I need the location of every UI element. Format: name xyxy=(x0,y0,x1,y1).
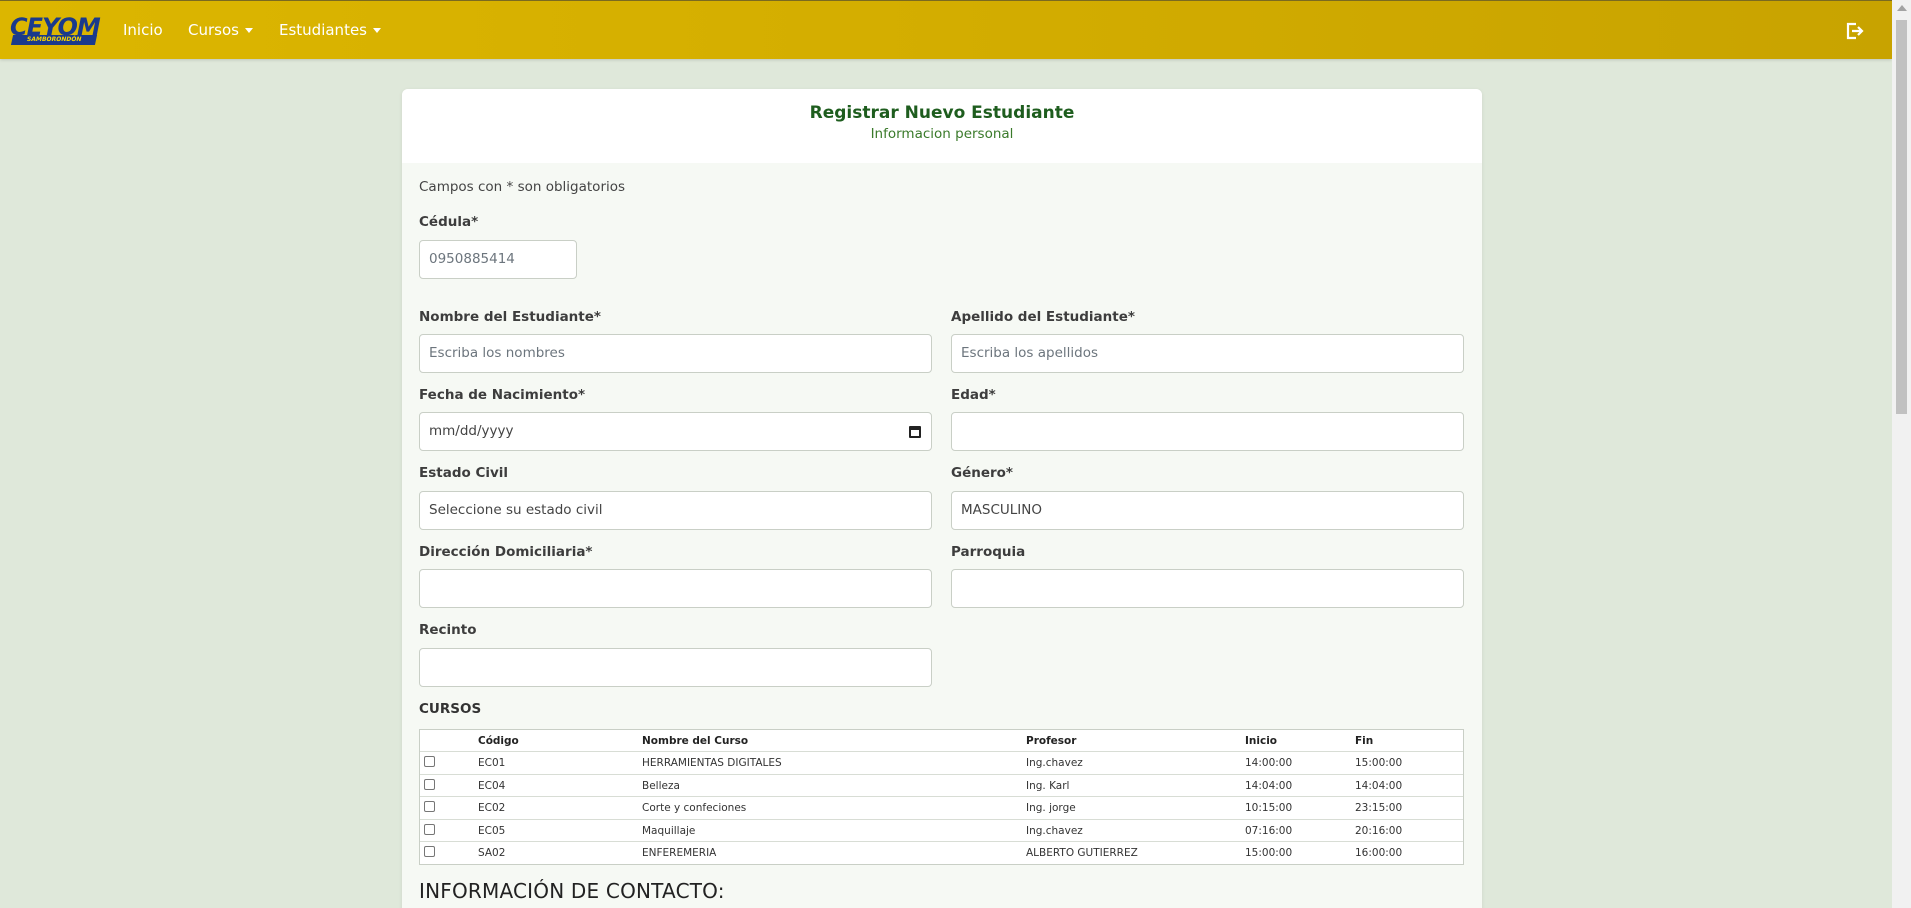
course-fin: 16:00:00 xyxy=(1355,847,1403,859)
required-fields-note: Campos con * son obligatorios xyxy=(419,179,626,195)
header-inicio: Inicio xyxy=(1245,735,1278,747)
recinto-label: Recinto xyxy=(419,622,477,638)
course-checkbox[interactable] xyxy=(424,778,435,790)
course-inicio: 07:16:00 xyxy=(1245,824,1293,837)
cedula-input[interactable]: 0950885414 xyxy=(419,240,577,279)
edad-input[interactable] xyxy=(951,412,1464,451)
logout-icon[interactable] xyxy=(1845,21,1865,41)
course-fin: 20:16:00 xyxy=(1355,824,1403,837)
estado-civil-select[interactable]: Seleccione su estado civil xyxy=(419,491,932,530)
course-inicio: 10:15:00 xyxy=(1245,802,1293,814)
course-codigo: SA02 xyxy=(478,847,506,859)
calendar-icon[interactable] xyxy=(909,426,921,438)
genero-label: Género* xyxy=(951,465,1013,481)
direccion-input[interactable] xyxy=(419,569,932,608)
scroll-up-arrow-icon[interactable] xyxy=(1897,5,1907,11)
course-codigo: EC01 xyxy=(478,757,506,769)
course-profesor: Ing.chavez xyxy=(1026,824,1083,837)
course-fin: 14:04:00 xyxy=(1355,779,1403,792)
nav-inicio-label: Inicio xyxy=(123,21,163,39)
chevron-down-icon xyxy=(244,28,253,33)
course-inicio: 14:00:00 xyxy=(1245,757,1293,769)
fecha-nacimiento-label: Fecha de Nacimiento* xyxy=(419,387,586,403)
recinto-input[interactable] xyxy=(419,648,932,687)
header-codigo: Código xyxy=(478,735,519,747)
chevron-down-icon xyxy=(373,28,381,33)
estado-civil-label: Estado Civil xyxy=(419,465,509,481)
contact-section-title: INFORMACIÓN DE CONTACTO: xyxy=(419,879,725,903)
course-checkbox[interactable] xyxy=(424,846,435,857)
apellido-input[interactable]: Escriba los apellidos xyxy=(951,334,1464,373)
nav-estudiantes-label: Estudiantes xyxy=(279,21,367,39)
course-fin: 23:15:00 xyxy=(1355,802,1403,814)
parroquia-label: Parroquia xyxy=(951,544,1026,560)
top-navbar: CEYOM SAMBORONDÓN Inicio Cursos Estudian… xyxy=(0,0,1892,59)
nav-inicio[interactable]: Inicio xyxy=(123,21,163,39)
nombre-input[interactable]: Escriba los nombres xyxy=(419,334,932,373)
course-nombre: ENFEREMERIA xyxy=(642,847,717,859)
genero-select[interactable]: MASCULINO xyxy=(951,491,1464,530)
card-header: Registrar Nuevo Estudiante Informacion p… xyxy=(402,89,1482,163)
cursos-section-title: CURSOS xyxy=(419,701,482,717)
nav-estudiantes-dropdown[interactable]: Estudiantes xyxy=(279,21,381,39)
direccion-label: Dirección Domiciliaria* xyxy=(419,544,593,560)
course-nombre: HERRAMIENTAS DIGITALES xyxy=(642,757,782,769)
header-nombre-curso: Nombre del Curso xyxy=(642,735,749,747)
course-checkbox[interactable] xyxy=(424,823,435,835)
course-codigo: EC02 xyxy=(478,802,506,814)
course-checkbox[interactable] xyxy=(424,756,435,767)
course-checkbox[interactable] xyxy=(424,801,435,812)
table-row: EC02 Corte y confeciones Ing. jorge 10:1… xyxy=(420,797,1463,820)
page-title: Registrar Nuevo Estudiante xyxy=(809,103,1075,123)
scrollbar-thumb[interactable] xyxy=(1896,20,1907,414)
page-scrollbar[interactable] xyxy=(1892,0,1911,908)
nombre-label: Nombre del Estudiante* xyxy=(419,309,601,325)
course-codigo: EC04 xyxy=(478,779,506,792)
header-fin: Fin xyxy=(1355,735,1374,747)
page-subtitle: Informacion personal xyxy=(870,126,1014,142)
table-row: EC04 Belleza Ing. Karl 14:04:00 14:04:00 xyxy=(420,775,1463,797)
table-row: SA02 ENFEREMERIA ALBERTO GUTIERREZ 15:00… xyxy=(420,842,1463,865)
course-nombre: Corte y confeciones xyxy=(642,802,747,814)
course-inicio: 14:04:00 xyxy=(1245,779,1293,792)
nav-cursos-dropdown[interactable]: Cursos xyxy=(188,21,253,39)
table-row: EC01 HERRAMIENTAS DIGITALES Ing.chavez 1… xyxy=(420,752,1463,775)
course-nombre: Maquillaje xyxy=(642,824,696,837)
nav-cursos-label: Cursos xyxy=(188,21,239,39)
fecha-nacimiento-input[interactable]: mm/dd/yyyy xyxy=(419,412,932,451)
parroquia-input[interactable] xyxy=(951,569,1464,608)
course-profesor: ALBERTO GUTIERREZ xyxy=(1026,847,1138,859)
table-row: EC05 Maquillaje Ing.chavez 07:16:00 20:1… xyxy=(420,820,1463,842)
course-inicio: 15:00:00 xyxy=(1245,847,1293,859)
cedula-label: Cédula* xyxy=(419,214,479,230)
course-profesor: Ing. Karl xyxy=(1026,779,1070,792)
header-profesor: Profesor xyxy=(1026,735,1077,747)
fecha-placeholder: mm/dd/yyyy xyxy=(429,423,514,439)
student-registration-card: Registrar Nuevo Estudiante Informacion p… xyxy=(402,89,1482,908)
course-nombre: Belleza xyxy=(642,779,680,792)
table-header-row: Código Nombre del Curso Profesor Inicio … xyxy=(420,730,1463,752)
course-codigo: EC05 xyxy=(478,824,506,837)
edad-label: Edad* xyxy=(951,387,996,403)
ceyom-logo[interactable]: CEYOM SAMBORONDÓN xyxy=(10,15,101,46)
logo-subtext: SAMBORONDÓN xyxy=(10,35,98,45)
course-profesor: Ing.chavez xyxy=(1026,757,1083,769)
courses-table: Código Nombre del Curso Profesor Inicio … xyxy=(419,729,1464,865)
course-profesor: Ing. jorge xyxy=(1026,802,1076,814)
course-fin: 15:00:00 xyxy=(1355,757,1403,769)
apellido-label: Apellido del Estudiante* xyxy=(951,309,1135,325)
